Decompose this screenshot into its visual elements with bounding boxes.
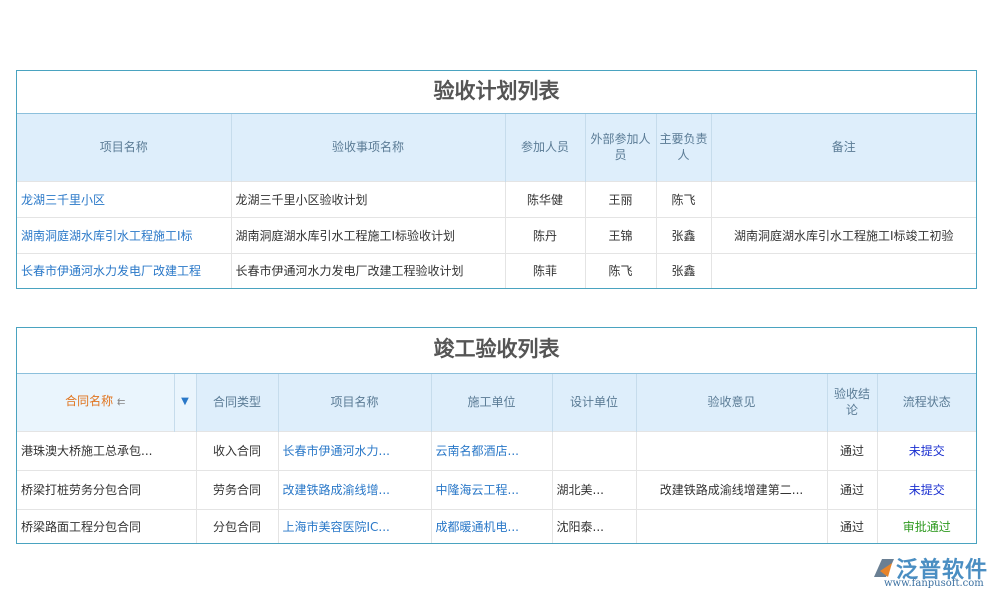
col-external-participants[interactable]: 外部参加人员 [585, 114, 656, 181]
fanpusoft-logo: 泛普软件 www.fanpusoft.com [872, 552, 988, 584]
col-participants[interactable]: 参加人员 [505, 114, 585, 181]
col-construction-unit[interactable]: 施工单位 [431, 374, 552, 431]
col-item-name[interactable]: 验收事项名称 [231, 114, 505, 181]
col-project-name[interactable]: 项目名称 [278, 374, 431, 431]
panel-title: 竣工验收列表 [17, 328, 976, 374]
item-name: 龙湖三千里小区验收计划 [231, 181, 505, 217]
acceptance-conclusion: 通过 [827, 509, 877, 543]
project-link[interactable]: 改建铁路成渝线增... [278, 470, 431, 509]
col-process-status[interactable]: 流程状态 [877, 374, 976, 431]
table-row[interactable]: 港珠澳大桥施工总承包... 收入合同 长春市伊通河水力... 云南名都酒店...… [17, 431, 976, 470]
logo-url: www.fanpusoft.com [884, 578, 984, 589]
col-label: 合同名称 [65, 394, 113, 408]
col-remarks[interactable]: 备注 [711, 114, 976, 181]
external-participants: 陈飞 [585, 253, 656, 288]
filter-dropdown-icon[interactable]: ▼ [174, 374, 196, 431]
completion-acceptance-table: 合同名称 ⇇ ▼ 合同类型 项目名称 施工单位 设计单位 验收意见 验收结论 流… [17, 374, 976, 543]
col-contract-name[interactable]: 合同名称 ⇇ [17, 374, 174, 431]
table-row[interactable]: 龙湖三千里小区 龙湖三千里小区验收计划 陈华健 王丽 陈飞 [17, 181, 976, 217]
acceptance-opinion [636, 509, 827, 543]
col-project-name[interactable]: 项目名称 [17, 114, 231, 181]
acceptance-opinion [636, 431, 827, 470]
project-link[interactable]: 长春市伊通河水力发电厂改建工程 [17, 253, 231, 288]
design-unit: 沈阳泰... [552, 509, 636, 543]
construction-unit-link[interactable]: 云南名都酒店... [431, 431, 552, 470]
external-participants: 王丽 [585, 181, 656, 217]
contract-name: 桥梁路面工程分包合同 [17, 509, 196, 543]
design-unit: 湖北美... [552, 470, 636, 509]
project-link[interactable]: 龙湖三千里小区 [17, 181, 231, 217]
lead: 张鑫 [656, 253, 711, 288]
remarks [711, 181, 976, 217]
project-link[interactable]: 湖南洞庭湖水库引水工程施工I标 [17, 217, 231, 253]
col-acceptance-conclusion[interactable]: 验收结论 [827, 374, 877, 431]
remarks: 湖南洞庭湖水库引水工程施工I标竣工初验 [711, 217, 976, 253]
item-name: 湖南洞庭湖水库引水工程施工I标验收计划 [231, 217, 505, 253]
col-design-unit[interactable]: 设计单位 [552, 374, 636, 431]
contract-name: 港珠澳大桥施工总承包... [17, 431, 196, 470]
acceptance-conclusion: 通过 [827, 431, 877, 470]
status-badge: 审批通过 [877, 509, 976, 543]
contract-type: 收入合同 [196, 431, 278, 470]
contract-name: 桥梁打桩劳务分包合同 [17, 470, 196, 509]
table-row[interactable]: 桥梁路面工程分包合同 分包合同 上海市美容医院IC... 成都暖通机电... 沈… [17, 509, 976, 543]
completion-acceptance-panel: 竣工验收列表 合同名称 ⇇ ▼ 合同类型 项目名称 施工单位 设计单位 验收意见… [16, 327, 977, 544]
acceptance-conclusion: 通过 [827, 470, 877, 509]
contract-type: 分包合同 [196, 509, 278, 543]
project-link[interactable]: 上海市美容医院IC... [278, 509, 431, 543]
lead: 陈飞 [656, 181, 711, 217]
logo-icon [872, 557, 896, 579]
status-badge: 未提交 [877, 470, 976, 509]
participants: 陈丹 [505, 217, 585, 253]
construction-unit-link[interactable]: 中隆海云工程... [431, 470, 552, 509]
participants: 陈华健 [505, 181, 585, 217]
acceptance-plan-table: 项目名称 验收事项名称 参加人员 外部参加人员 主要负责人 备注 龙湖三千里小区… [17, 114, 976, 288]
table-row[interactable]: 长春市伊通河水力发电厂改建工程 长春市伊通河水力发电厂改建工程验收计划 陈菲 陈… [17, 253, 976, 288]
lead: 张鑫 [656, 217, 711, 253]
acceptance-opinion: 改建铁路成渝线增建第二... [636, 470, 827, 509]
table-row[interactable]: 桥梁打桩劳务分包合同 劳务合同 改建铁路成渝线增... 中隆海云工程... 湖北… [17, 470, 976, 509]
project-link[interactable]: 长春市伊通河水力... [278, 431, 431, 470]
remarks [711, 253, 976, 288]
sort-icon[interactable]: ⇇ [117, 397, 125, 408]
col-acceptance-opinion[interactable]: 验收意见 [636, 374, 827, 431]
external-participants: 王锦 [585, 217, 656, 253]
contract-type: 劳务合同 [196, 470, 278, 509]
col-contract-type[interactable]: 合同类型 [196, 374, 278, 431]
construction-unit-link[interactable]: 成都暖通机电... [431, 509, 552, 543]
col-lead[interactable]: 主要负责人 [656, 114, 711, 181]
item-name: 长春市伊通河水力发电厂改建工程验收计划 [231, 253, 505, 288]
design-unit [552, 431, 636, 470]
acceptance-plan-panel: 验收计划列表 项目名称 验收事项名称 参加人员 外部参加人员 主要负责人 备注 … [16, 70, 977, 289]
status-badge: 未提交 [877, 431, 976, 470]
panel-title: 验收计划列表 [17, 71, 976, 114]
table-row[interactable]: 湖南洞庭湖水库引水工程施工I标 湖南洞庭湖水库引水工程施工I标验收计划 陈丹 王… [17, 217, 976, 253]
participants: 陈菲 [505, 253, 585, 288]
